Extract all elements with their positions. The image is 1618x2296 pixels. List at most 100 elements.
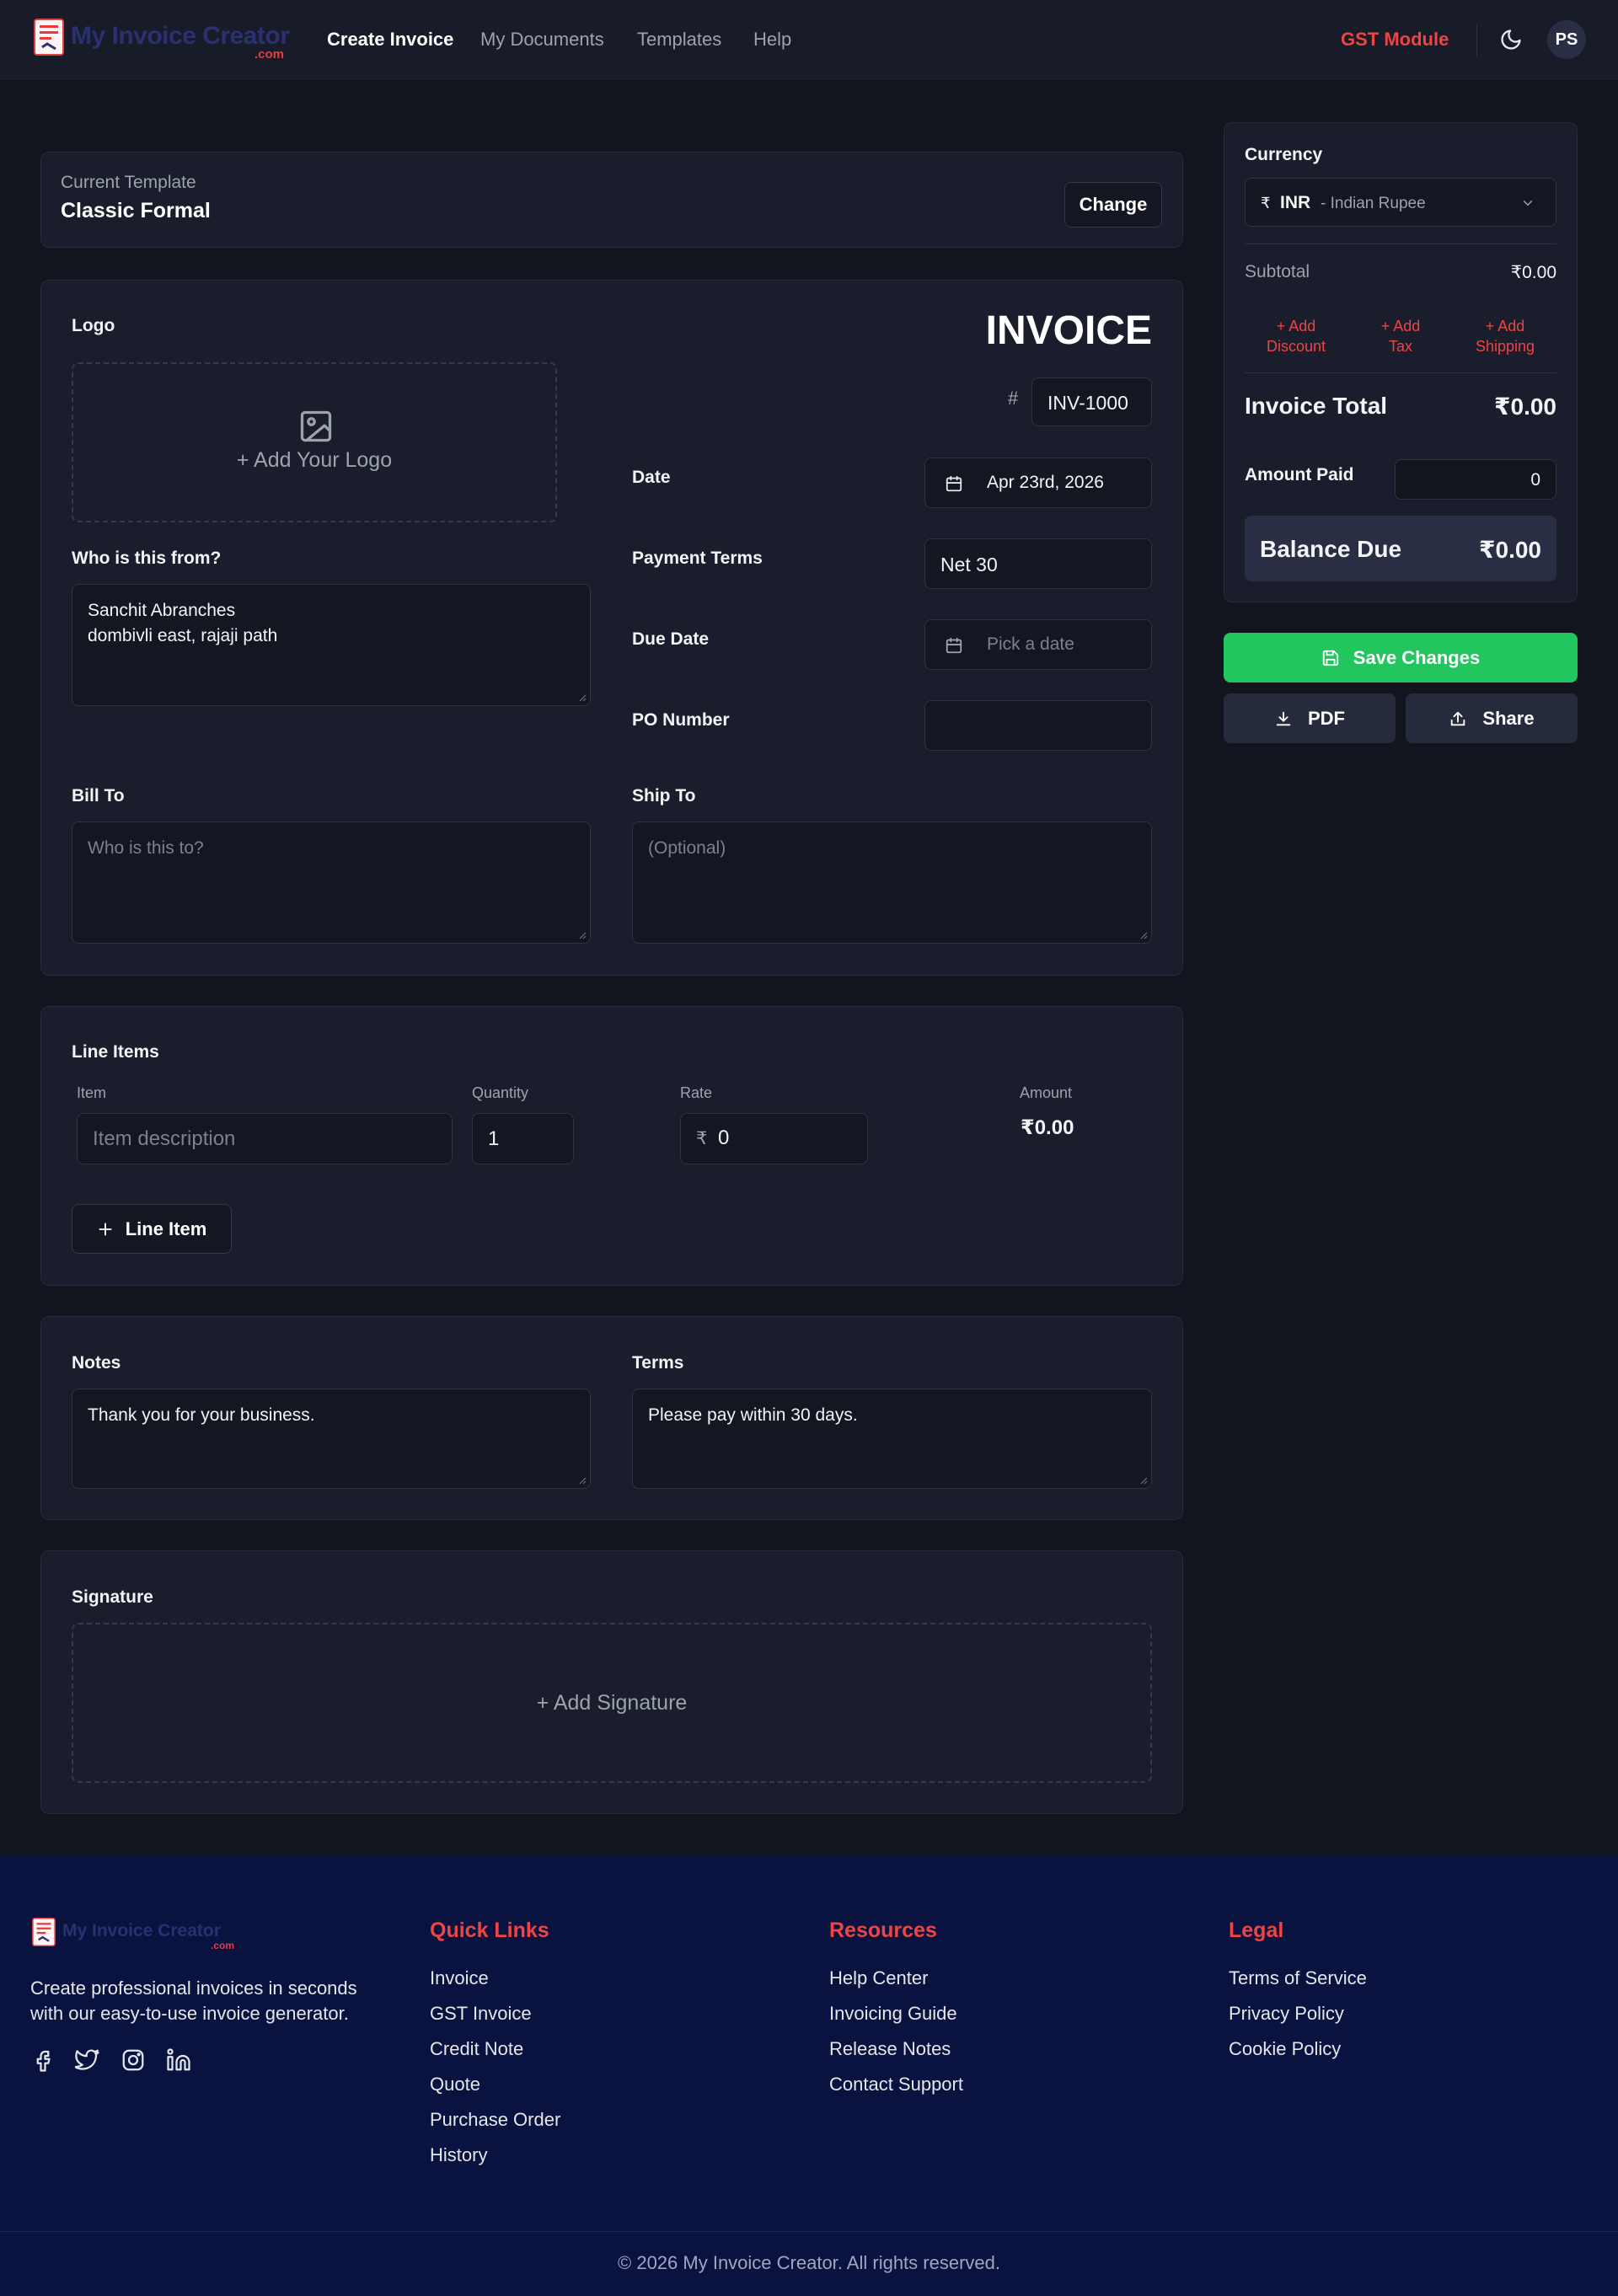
footer-link-credit-note[interactable]: Credit Note: [430, 2038, 523, 2060]
add-line-item-button[interactable]: Line Item: [72, 1204, 232, 1254]
invoice-total-label: Invoice Total: [1245, 393, 1388, 419]
footer-link-help-center[interactable]: Help Center: [829, 1967, 928, 1989]
terms-textarea[interactable]: Please pay within 30 days.: [632, 1389, 1152, 1489]
footer-link-gst-invoice[interactable]: GST Invoice: [430, 2003, 532, 2025]
footer-link-contact-support[interactable]: Contact Support: [829, 2074, 963, 2095]
header-divider: [1476, 24, 1477, 57]
save-changes-button[interactable]: Save Changes: [1224, 633, 1578, 682]
balance-due-value: ₹0.00: [1479, 537, 1541, 563]
invoice-number-hash: #: [1008, 388, 1019, 409]
resize-handle-icon[interactable]: [1138, 1474, 1148, 1485]
footer-link-purchase-order[interactable]: Purchase Order: [430, 2109, 560, 2131]
amount-paid-input[interactable]: 0: [1395, 459, 1556, 500]
logo-upload-area[interactable]: + Add Your Logo: [72, 362, 557, 522]
signature-upload-area[interactable]: + Add Signature: [72, 1623, 1152, 1783]
current-template-name: Classic Formal: [61, 199, 211, 222]
resize-handle-icon[interactable]: [576, 692, 587, 702]
footer-link-privacy-policy[interactable]: Privacy Policy: [1229, 2003, 1344, 2025]
notes-textarea[interactable]: Thank you for your business.: [72, 1389, 591, 1489]
floppy-disk-icon: [1322, 650, 1338, 666]
add-shipping-link[interactable]: + Add Shipping: [1459, 316, 1551, 356]
payment-terms-label: Payment Terms: [632, 549, 763, 568]
site-footer: [0, 1855, 1618, 2296]
item-description-input[interactable]: Item description: [77, 1113, 453, 1164]
footer-divider: [0, 2231, 1618, 2232]
add-tax-link[interactable]: + Add Tax: [1354, 316, 1447, 356]
date-picker[interactable]: Apr 23rd, 2026: [924, 458, 1152, 508]
brand-suffix: .com: [254, 47, 285, 62]
balance-due-box: Balance Due ₹0.00: [1245, 516, 1556, 581]
change-template-button[interactable]: Change: [1064, 182, 1162, 227]
invoice-logo-icon: [32, 1918, 56, 1946]
footer-copyright: © 2026 My Invoice Creator. All rights re…: [618, 2252, 1000, 2273]
bill-to-label: Bill To: [72, 786, 125, 805]
twitter-icon[interactable]: [75, 2047, 100, 2073]
template-card: [40, 152, 1183, 248]
bill-to-textarea[interactable]: Who is this to?: [72, 822, 591, 944]
column-header-item: Item: [77, 1084, 107, 1101]
balance-due-label: Balance Due: [1260, 536, 1402, 562]
amount-paid-label: Amount Paid: [1245, 465, 1354, 484]
footer-quick-links-title: Quick Links: [430, 1919, 549, 1942]
resize-handle-icon[interactable]: [576, 929, 587, 939]
footer-legal-title: Legal: [1229, 1919, 1284, 1942]
add-discount-link[interactable]: + Add Discount: [1250, 316, 1342, 356]
nav-create-invoice[interactable]: Create Invoice: [327, 29, 453, 51]
brand-logo[interactable]: My Invoice Creator .com: [34, 19, 295, 62]
nav-templates[interactable]: Templates: [637, 29, 721, 51]
currency-select[interactable]: ₹ INR - Indian Rupee: [1245, 178, 1556, 227]
plus-icon: [99, 1222, 112, 1236]
calendar-icon: [946, 637, 962, 654]
linkedin-icon[interactable]: [166, 2047, 191, 2073]
download-icon: [1276, 711, 1291, 725]
due-date-picker[interactable]: Pick a date: [924, 619, 1152, 670]
footer-link-invoice[interactable]: Invoice: [430, 1967, 489, 1989]
payment-terms-input[interactable]: Net 30: [924, 538, 1152, 589]
nav-my-documents[interactable]: My Documents: [480, 29, 604, 51]
facebook-icon[interactable]: [30, 2047, 56, 2073]
instagram-icon[interactable]: [121, 2047, 146, 2073]
moon-icon[interactable]: [1499, 28, 1523, 51]
footer-link-history[interactable]: History: [430, 2144, 487, 2166]
invoice-title: INVOICE: [985, 308, 1152, 353]
footer-link-invoicing-guide[interactable]: Invoicing Guide: [829, 2003, 957, 2025]
signature-label: Signature: [72, 1587, 153, 1607]
add-logo-text: + Add Your Logo: [236, 448, 393, 472]
share-icon: [1451, 711, 1465, 725]
nav-help[interactable]: Help: [753, 29, 791, 51]
subtotal-value: ₹0.00: [1510, 263, 1556, 282]
invoice-total-value: ₹0.00: [1494, 393, 1556, 420]
footer-brand-suffix: .com: [211, 1940, 235, 1951]
quantity-input[interactable]: 1: [472, 1113, 574, 1164]
resize-handle-icon[interactable]: [576, 1474, 587, 1485]
footer-link-cookie-policy[interactable]: Cookie Policy: [1229, 2038, 1341, 2060]
from-textarea[interactable]: Sanchit Abranches dombivli east, rajaji …: [72, 584, 591, 706]
nav-gst-module[interactable]: GST Module: [1341, 29, 1449, 51]
rate-input[interactable]: ₹ 0: [680, 1113, 868, 1164]
footer-link-release-notes[interactable]: Release Notes: [829, 2038, 951, 2060]
notes-label: Notes: [72, 1353, 121, 1373]
currency-symbol: ₹: [1261, 195, 1271, 211]
share-button[interactable]: Share: [1406, 693, 1578, 743]
footer-brand-logo[interactable]: My Invoice Creator .com: [32, 1918, 243, 1951]
currency-label: Currency: [1245, 145, 1323, 164]
user-avatar[interactable]: PS: [1547, 20, 1586, 59]
column-header-quantity: Quantity: [472, 1084, 529, 1101]
column-header-amount: Amount: [1020, 1084, 1073, 1101]
brand-name: My Invoice Creator: [71, 22, 290, 50]
invoice-number-input[interactable]: INV-1000: [1031, 377, 1152, 426]
footer-link-quote[interactable]: Quote: [430, 2074, 480, 2095]
rate-currency-symbol: ₹: [696, 1129, 708, 1148]
po-number-input[interactable]: [924, 700, 1152, 751]
footer-link-terms-of-service[interactable]: Terms of Service: [1229, 1967, 1367, 1989]
download-pdf-button[interactable]: PDF: [1224, 693, 1396, 743]
ship-to-textarea[interactable]: (Optional): [632, 822, 1152, 944]
invoice-logo-icon: [34, 19, 64, 56]
logo-label: Logo: [72, 316, 115, 335]
calendar-icon: [946, 475, 962, 492]
footer-description: Create professional invoices in seconds …: [30, 1978, 357, 2024]
chevron-down-icon: [1523, 201, 1533, 206]
terms-label: Terms: [632, 1353, 684, 1373]
footer-resources-title: Resources: [829, 1919, 937, 1942]
resize-handle-icon[interactable]: [1138, 929, 1148, 939]
